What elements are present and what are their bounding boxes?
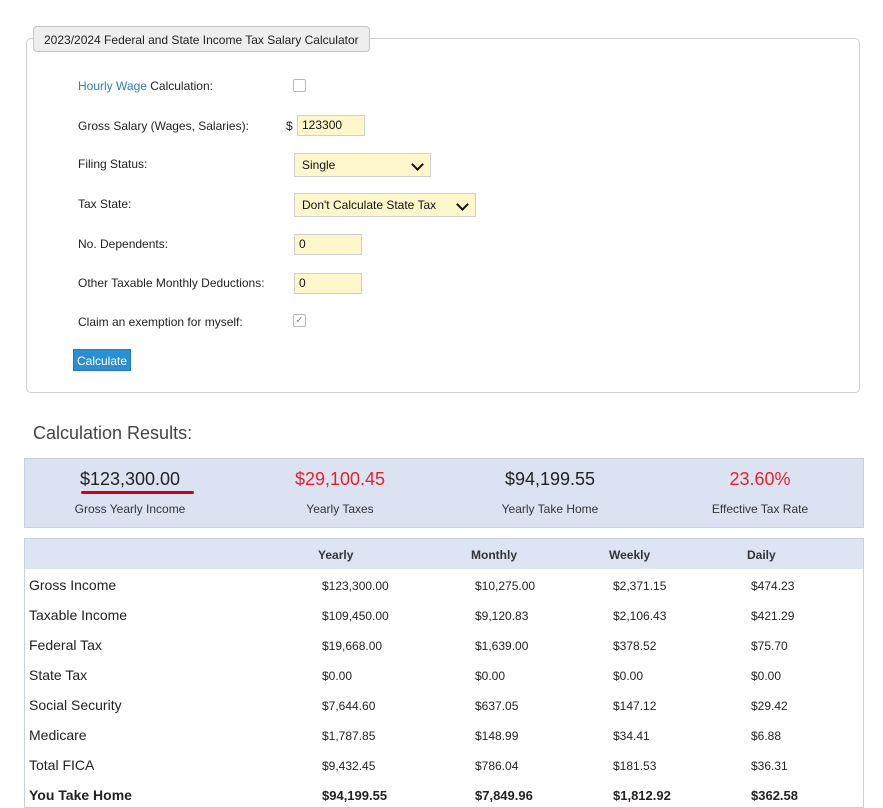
cell-monthly: $7,849.96 bbox=[475, 788, 533, 803]
hourly-wage-label: Calculation: bbox=[146, 79, 213, 93]
cell-daily: $36.31 bbox=[751, 759, 788, 773]
red-underline-annotation bbox=[81, 491, 194, 494]
cell-weekly: $34.41 bbox=[613, 729, 650, 743]
column-header-yearly: Yearly bbox=[318, 548, 354, 562]
cell-yearly: $109,450.00 bbox=[322, 609, 389, 623]
gross-salary-label: Gross Salary (Wages, Salaries): bbox=[78, 119, 249, 133]
other-deductions-label: Other Taxable Monthly Deductions: bbox=[78, 276, 265, 290]
tax-state-select[interactable]: Don't Calculate State Tax bbox=[294, 193, 476, 217]
cell-weekly: $378.52 bbox=[613, 639, 657, 653]
cell-monthly: $0.00 bbox=[475, 669, 506, 683]
table-header: Yearly Monthly Weekly Daily bbox=[25, 539, 863, 569]
cell-yearly: $0.00 bbox=[322, 669, 353, 683]
results-table: Yearly Monthly Weekly Daily Gross Income… bbox=[24, 538, 864, 808]
cell-weekly: $2,371.15 bbox=[613, 579, 667, 593]
summary-label: Yearly Taxes bbox=[306, 502, 374, 516]
row-label: Federal Tax bbox=[29, 637, 102, 653]
cell-monthly: $148.99 bbox=[475, 729, 519, 743]
filing-status-select[interactable]: Single bbox=[294, 153, 431, 177]
cell-daily: $6.88 bbox=[751, 729, 782, 743]
table-row: Social Security $7,644.60 $637.05 $147.1… bbox=[25, 689, 863, 719]
cell-yearly: $9,432.45 bbox=[322, 759, 376, 773]
cell-daily: $421.29 bbox=[751, 609, 795, 623]
cell-monthly: $786.04 bbox=[475, 759, 519, 773]
currency-symbol: $ bbox=[286, 119, 293, 133]
summary-value: $123,300.00 bbox=[79, 469, 181, 489]
row-label: Social Security bbox=[29, 697, 122, 713]
cell-weekly: $181.53 bbox=[613, 759, 657, 773]
cell-weekly: $147.12 bbox=[613, 699, 657, 713]
results-title: Calculation Results: bbox=[33, 423, 193, 443]
tax-state-value: Don't Calculate State Tax bbox=[302, 198, 437, 212]
row-label: Total FICA bbox=[29, 757, 95, 773]
table-row: Taxable Income $109,450.00 $9,120.83 $2,… bbox=[25, 599, 863, 629]
filing-status-label: Filing Status: bbox=[78, 157, 148, 171]
table-row: Federal Tax $19,668.00 $1,639.00 $378.52… bbox=[25, 629, 863, 659]
row-label: Medicare bbox=[29, 727, 87, 743]
filing-status-value: Single bbox=[302, 158, 336, 172]
hourly-wage-checkbox[interactable] bbox=[293, 79, 306, 92]
cell-weekly: $0.00 bbox=[613, 669, 644, 683]
summary-label: Effective Tax Rate bbox=[711, 502, 809, 516]
table-row: Medicare $1,787.85 $148.99 $34.41 $6.88 bbox=[25, 719, 863, 749]
cell-yearly: $94,199.55 bbox=[322, 788, 388, 803]
cell-daily: $75.70 bbox=[751, 639, 788, 653]
row-label: You Take Home bbox=[29, 787, 132, 803]
chevron-down-icon bbox=[411, 158, 424, 171]
exemption-checkbox[interactable]: ✓ bbox=[293, 314, 306, 327]
gross-salary-input[interactable]: 123300 bbox=[297, 115, 365, 136]
cell-daily: $29.42 bbox=[751, 699, 788, 713]
summary-label: Gross Yearly Income bbox=[74, 502, 186, 516]
cell-daily: $0.00 bbox=[751, 669, 782, 683]
other-deductions-input[interactable]: 0 bbox=[294, 273, 362, 294]
cell-monthly: $9,120.83 bbox=[475, 609, 529, 623]
row-label: Gross Income bbox=[29, 577, 117, 593]
column-header-daily: Daily bbox=[747, 548, 776, 562]
exemption-label: Claim an exemption for myself: bbox=[78, 315, 243, 329]
table-row: State Tax $0.00 $0.00 $0.00 $0.00 bbox=[25, 659, 863, 689]
table-row: Total FICA $9,432.45 $786.04 $181.53 $36… bbox=[25, 749, 863, 779]
cell-weekly: $1,812.92 bbox=[613, 788, 671, 803]
tax-state-label: Tax State: bbox=[78, 197, 132, 211]
results-summary: $123,300.00 Gross Yearly Income $29,100.… bbox=[24, 458, 864, 528]
column-header-monthly: Monthly bbox=[471, 548, 517, 562]
table-row: Gross Income $123,300.00 $10,275.00 $2,3… bbox=[25, 569, 863, 599]
calculator-legend: 2023/2024 Federal and State Income Tax S… bbox=[33, 26, 370, 52]
cell-daily: $362.58 bbox=[751, 788, 798, 803]
cell-yearly: $19,668.00 bbox=[322, 639, 383, 653]
cell-yearly: $7,644.60 bbox=[322, 699, 376, 713]
cell-yearly: $123,300.00 bbox=[322, 579, 389, 593]
summary-value: $29,100.45 bbox=[294, 469, 386, 489]
chevron-down-icon bbox=[456, 198, 469, 211]
dependents-label: No. Dependents: bbox=[78, 237, 169, 251]
hourly-wage-link[interactable]: Hourly Wage bbox=[78, 79, 147, 93]
table-row-take-home: You Take Home $94,199.55 $7,849.96 $1,81… bbox=[25, 779, 863, 807]
summary-value: 23.60% bbox=[729, 469, 791, 489]
cell-monthly: $637.05 bbox=[475, 699, 519, 713]
calculate-button[interactable]: Calculate bbox=[73, 349, 131, 371]
row-label: Taxable Income bbox=[29, 607, 128, 623]
column-header-weekly: Weekly bbox=[609, 548, 651, 562]
cell-yearly: $1,787.85 bbox=[322, 729, 376, 743]
dependents-input[interactable]: 0 bbox=[294, 234, 362, 255]
cell-daily: $474.23 bbox=[751, 579, 795, 593]
row-label: State Tax bbox=[29, 667, 88, 683]
cell-monthly: $1,639.00 bbox=[475, 639, 529, 653]
cell-monthly: $10,275.00 bbox=[475, 579, 536, 593]
summary-value: $94,199.55 bbox=[504, 469, 596, 489]
cell-weekly: $2,106.43 bbox=[613, 609, 667, 623]
hourly-wage-row: Hourly Wage Calculation: bbox=[78, 79, 213, 93]
summary-label: Yearly Take Home bbox=[501, 502, 599, 516]
